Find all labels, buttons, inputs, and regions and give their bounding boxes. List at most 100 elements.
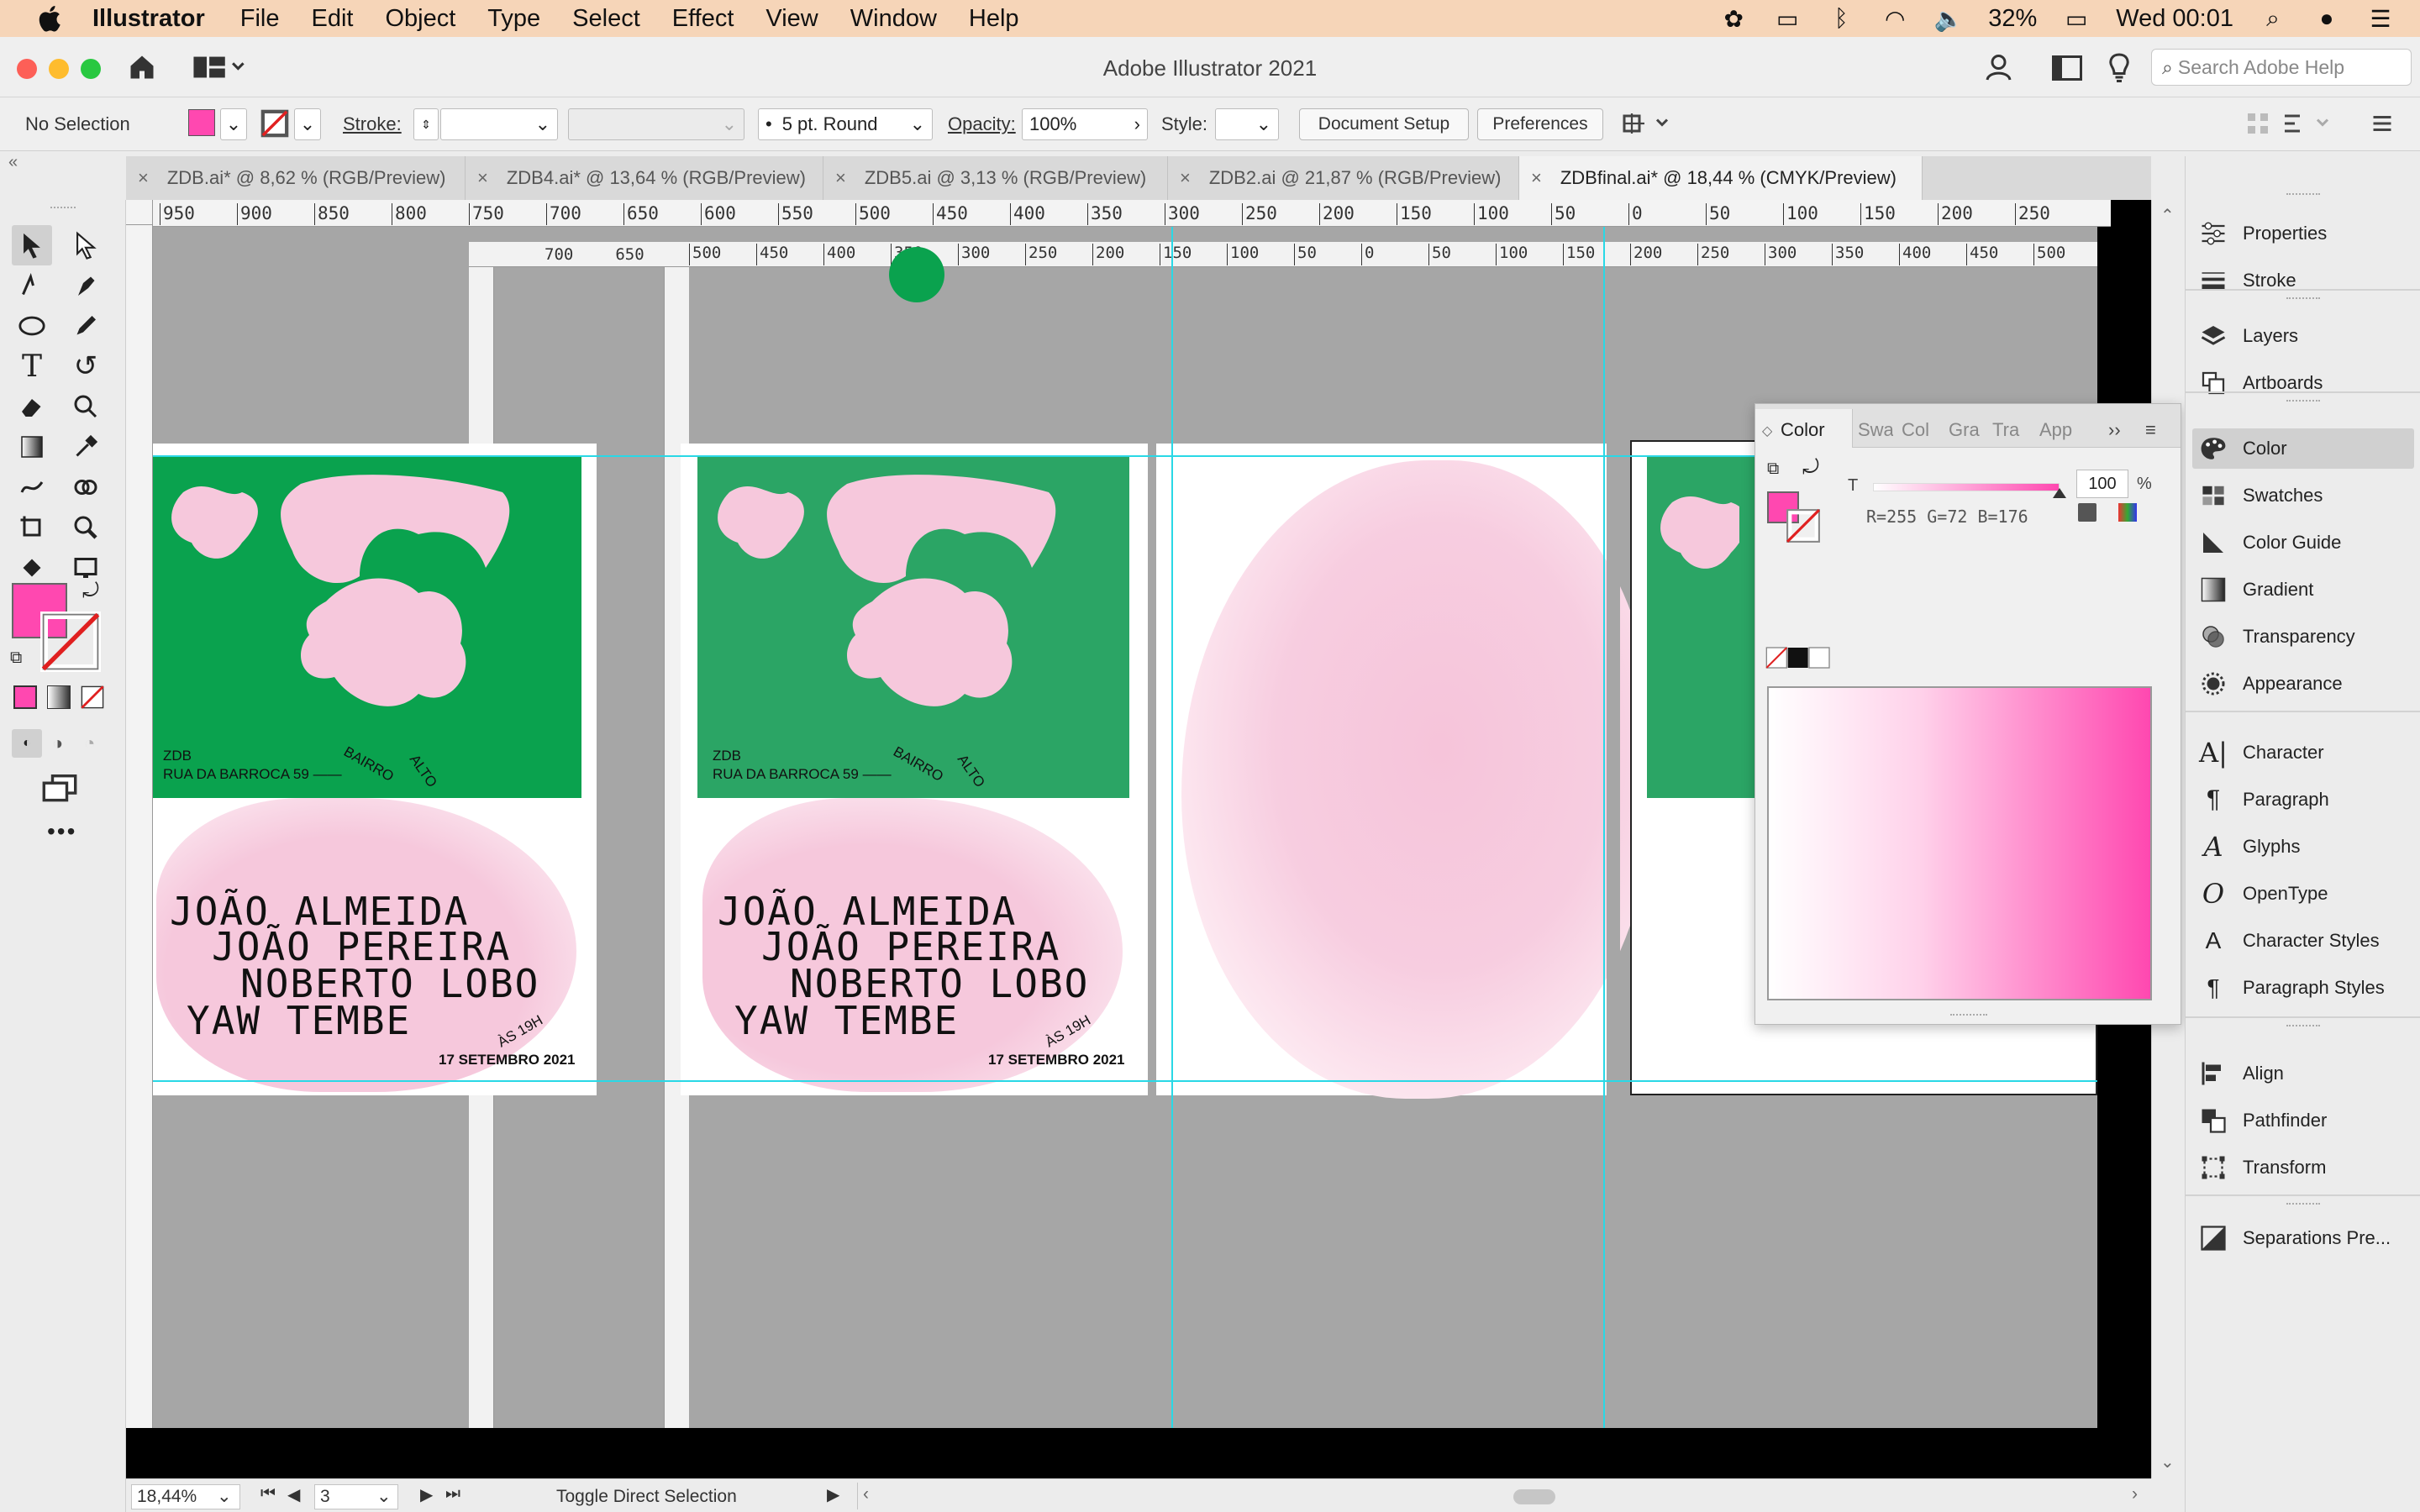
- arrange-documents-icon[interactable]: [2052, 55, 2082, 81]
- warp-tool[interactable]: [66, 386, 106, 427]
- dock-item-paragraph[interactable]: ¶ Paragraph: [2199, 780, 2414, 820]
- tab-appearance[interactable]: App: [2039, 419, 2075, 441]
- variable-width-profile[interactable]: ⌄: [568, 108, 744, 140]
- stroke-weight-field[interactable]: ⌄: [440, 108, 558, 140]
- dock-item-color-guide[interactable]: Color Guide: [2199, 522, 2414, 563]
- swap-colors-icon[interactable]: ⤾: [1802, 456, 1819, 480]
- clock[interactable]: Wed 00:01: [2116, 5, 2233, 33]
- poster-2-name-4[interactable]: YAW TEMBE: [734, 998, 959, 1043]
- draw-inside-icon[interactable]: ◔: [84, 732, 95, 754]
- dock-item-character[interactable]: A| Character: [2199, 732, 2414, 773]
- creative-cloud-icon[interactable]: ✿: [1719, 6, 1748, 32]
- live-paint-tool[interactable]: [12, 548, 52, 588]
- scroll-down-icon[interactable]: ⌄: [2160, 1452, 2175, 1473]
- poster-1-venue[interactable]: ZDB: [163, 748, 192, 764]
- stroke-color-box-none[interactable]: [40, 612, 101, 672]
- poster-1-pink-shapes[interactable]: [166, 467, 570, 719]
- color-mode-button[interactable]: [13, 685, 37, 709]
- zoom-tool[interactable]: [66, 507, 106, 548]
- none-black-white-swatches[interactable]: [1765, 646, 1833, 669]
- dock-item-swatches[interactable]: Swatches: [2199, 475, 2414, 516]
- close-tab-icon[interactable]: ×: [835, 167, 846, 189]
- tab-gradient[interactable]: Gra: [1949, 419, 1981, 441]
- tab-transparency[interactable]: Tra: [1992, 419, 2024, 441]
- menu-object[interactable]: Object: [385, 5, 455, 33]
- shape-builder-tool[interactable]: [66, 467, 106, 507]
- ruler-origin-corner[interactable]: [126, 200, 153, 225]
- dock-item-stroke[interactable]: Stroke: [2199, 260, 2414, 301]
- opacity-label[interactable]: Opacity:: [948, 108, 1016, 141]
- change-screen-mode-icon[interactable]: [40, 774, 79, 803]
- vertical-guide[interactable]: [1171, 200, 1173, 1428]
- doc-tab[interactable]: × ZDB2.ai @ 21,87 % (RGB/Preview): [1168, 156, 1519, 200]
- curvature-tool[interactable]: [12, 265, 52, 306]
- chevron-down-icon[interactable]: ⌄: [217, 1486, 232, 1507]
- poster-2-address[interactable]: RUA DA BARROCA 59 ——: [713, 766, 892, 783]
- poster-1-name-4[interactable]: YAW TEMBE: [187, 998, 411, 1043]
- color-spectrum-ramp[interactable]: [1767, 686, 2152, 1000]
- horizontal-guide[interactable]: [151, 1080, 2097, 1082]
- tint-slider-thumb[interactable]: [2053, 488, 2066, 498]
- vertical-guide[interactable]: [1603, 200, 1605, 1428]
- menu-file[interactable]: File: [240, 5, 280, 33]
- scroll-thumb[interactable]: [1513, 1489, 1555, 1504]
- doc-tab[interactable]: × ZDB.ai* @ 8,62 % (RGB/Preview): [126, 156, 466, 200]
- dock-item-transform[interactable]: Transform: [2199, 1147, 2414, 1188]
- none-mode-button[interactable]: [81, 685, 104, 709]
- close-tab-icon[interactable]: ×: [138, 167, 149, 189]
- close-tab-icon[interactable]: ×: [477, 167, 488, 189]
- graphic-style-dropdown[interactable]: ⌄: [1215, 108, 1279, 140]
- dock-item-properties[interactable]: Properties: [2199, 213, 2414, 254]
- chevron-down-icon[interactable]: ⌄: [376, 1486, 392, 1507]
- volume-icon[interactable]: 🔈: [1934, 6, 1964, 32]
- draw-normal-button[interactable]: ◐: [12, 729, 42, 758]
- tab-color[interactable]: Color: [1781, 419, 1825, 441]
- direct-selection-tool[interactable]: [66, 225, 106, 265]
- dock-item-layers[interactable]: Layers: [2199, 316, 2414, 356]
- dock-item-separations-preview[interactable]: Separations Pre...: [2199, 1218, 2414, 1258]
- dock-item-character-styles[interactable]: A Character Styles: [2199, 921, 2414, 961]
- opacity-field[interactable]: 100% ›: [1022, 108, 1148, 140]
- green-circle-shape[interactable]: [889, 247, 944, 302]
- doc-tab[interactable]: × ZDB4.ai* @ 13,64 % (RGB/Preview): [466, 156, 823, 200]
- control-center-icon[interactable]: ☰: [2366, 6, 2395, 32]
- horizontal-scrollbar[interactable]: ‹ ›: [857, 1483, 2269, 1509]
- poster-1-address[interactable]: RUA DA BARROCA 59 ——: [163, 766, 342, 783]
- stroke-swatch-none[interactable]: [260, 109, 289, 138]
- swap-fill-stroke-icon[interactable]: ⤾: [82, 580, 99, 603]
- apple-menu-icon[interactable]: [34, 2, 67, 35]
- stroke-weight-stepper[interactable]: ⇕: [413, 108, 439, 140]
- panel-resize-grip[interactable]: [1950, 1014, 1987, 1017]
- app-menu[interactable]: Illustrator: [92, 5, 205, 33]
- panel-stroke-swatch-none[interactable]: [1786, 508, 1821, 543]
- dock-item-align[interactable]: Align: [2199, 1053, 2414, 1094]
- wifi-icon[interactable]: ◠: [1881, 6, 1909, 32]
- stroke-label[interactable]: Stroke:: [343, 108, 402, 141]
- pen-tool[interactable]: [66, 265, 106, 306]
- preferences-button[interactable]: Preferences: [1477, 108, 1603, 140]
- vertical-ruler[interactable]: [126, 225, 153, 1428]
- artboard-tool[interactable]: [12, 507, 52, 548]
- discover-lightbulb-icon[interactable]: [2106, 52, 2133, 82]
- help-search-input[interactable]: ⌕ Search Adobe Help: [2151, 49, 2412, 86]
- menu-edit[interactable]: Edit: [311, 5, 353, 33]
- edit-toolbar-icon[interactable]: •••: [47, 818, 76, 845]
- scroll-up-icon[interactable]: ⌃: [2160, 205, 2175, 226]
- previous-artboard-icon[interactable]: ◀: [287, 1484, 300, 1505]
- arrange-icon[interactable]: [1622, 111, 1672, 136]
- menu-effect[interactable]: Effect: [672, 5, 734, 33]
- scroll-right-icon[interactable]: ›: [2132, 1484, 2138, 1504]
- tab-swatches[interactable]: Swa: [1858, 419, 1893, 441]
- next-artboard-icon[interactable]: ▶: [420, 1484, 433, 1505]
- scroll-left-icon[interactable]: ‹: [863, 1484, 869, 1504]
- dock-item-transparency[interactable]: Transparency: [2199, 617, 2414, 657]
- poster-4-pink-shape[interactable]: [1655, 477, 1739, 570]
- siri-icon[interactable]: ●: [2312, 5, 2341, 31]
- stroke-dropdown[interactable]: ⌄: [294, 108, 321, 140]
- control-bar-menu-icon[interactable]: [2370, 111, 2395, 136]
- close-tab-icon[interactable]: ×: [1531, 167, 1542, 189]
- pencil-tool[interactable]: [66, 306, 106, 346]
- status-menu-icon[interactable]: ▶: [827, 1484, 839, 1505]
- more-tabs-icon[interactable]: ››: [2108, 419, 2121, 441]
- dock-item-appearance[interactable]: Appearance: [2199, 664, 2414, 704]
